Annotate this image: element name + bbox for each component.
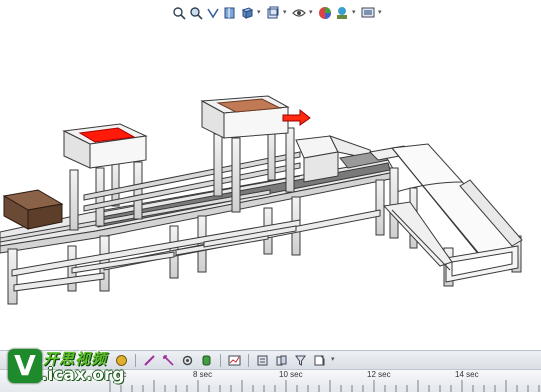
view-orientation-icon[interactable]: [240, 6, 254, 20]
damper-icon[interactable]: [180, 352, 195, 368]
watermark-v-logo: V: [8, 349, 42, 383]
results-plots-icon[interactable]: [227, 352, 242, 368]
toolbar-divider: [220, 353, 221, 367]
timeline-label: 12 sec: [367, 370, 391, 379]
timeline-label: 14 sec: [455, 370, 479, 379]
chevron-down-icon[interactable]: ▾: [257, 6, 263, 20]
previous-view-icon[interactable]: [206, 6, 220, 20]
force-icon[interactable]: [199, 352, 214, 368]
motion-study-properties-icon[interactable]: [255, 352, 270, 368]
zoom-area-icon[interactable]: [189, 6, 203, 20]
section-view-icon[interactable]: [223, 6, 237, 20]
view-icon[interactable]: [312, 352, 327, 368]
display-style-icon[interactable]: [266, 6, 280, 20]
hide-show-items-icon[interactable]: [292, 6, 306, 20]
zoom-to-fit-icon[interactable]: [172, 6, 186, 20]
edit-appearance-icon[interactable]: [318, 6, 332, 20]
filter-icon[interactable]: [293, 352, 308, 368]
watermark-url: .icax.org: [41, 365, 125, 385]
brown-box: [2, 189, 64, 230]
heads-up-view-toolbar: ▾ ▾ ▾ ▾ ▾: [172, 3, 384, 23]
graphics-viewport[interactable]: ▾ ▾ ▾ ▾ ▾: [0, 0, 541, 350]
spring-icon[interactable]: [161, 352, 176, 368]
view-settings-icon[interactable]: [361, 6, 375, 20]
apply-scene-icon[interactable]: [335, 6, 349, 20]
chevron-down-icon[interactable]: ▾: [352, 6, 358, 20]
inclined-chute: [382, 143, 523, 287]
main-frame: [0, 159, 396, 305]
toolbar-divider: [248, 353, 249, 367]
conveyor-assembly-model: [0, 95, 523, 305]
chevron-down-icon[interactable]: ▾: [309, 6, 315, 20]
timeline-label: 8 sec: [193, 370, 213, 379]
chevron-down-icon[interactable]: ▾: [378, 6, 384, 20]
timeline-label: 10 sec: [279, 370, 303, 379]
chevron-down-icon[interactable]: ▾: [283, 6, 289, 20]
collapse-icon[interactable]: [274, 352, 289, 368]
watermark-logo: V 开思视频 .icax.org: [3, 344, 163, 390]
chevron-down-icon[interactable]: ▾: [331, 353, 337, 367]
